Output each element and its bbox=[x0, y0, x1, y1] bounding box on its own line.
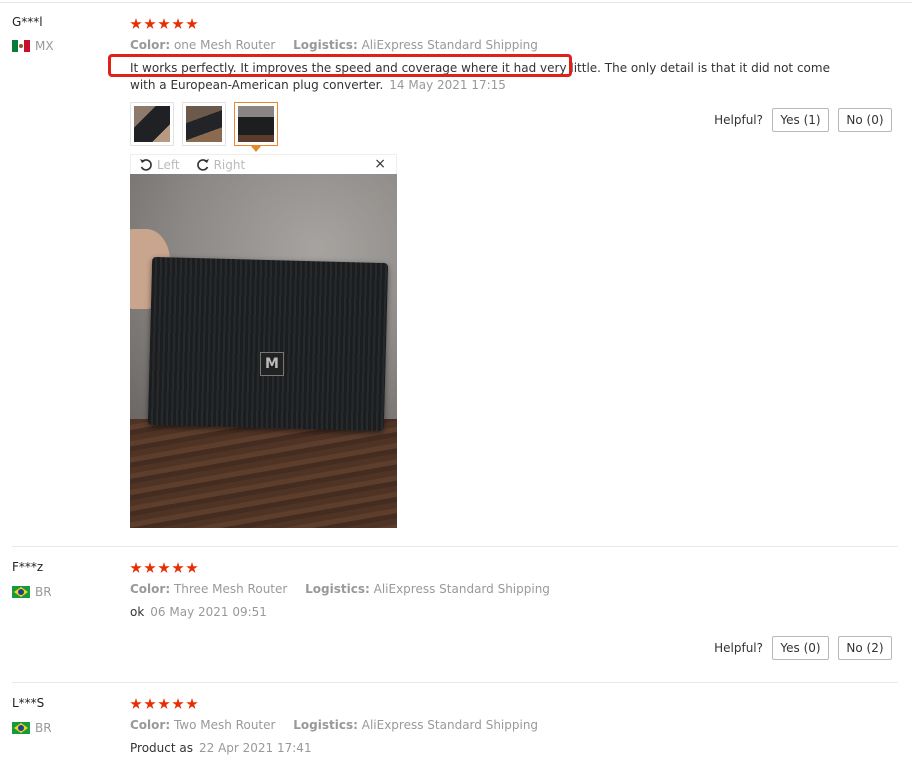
review-text-line-2: with a European-American plug converter. bbox=[130, 78, 384, 92]
country-code: BR bbox=[35, 721, 52, 735]
logistics-value: AliExpress Standard Shipping bbox=[361, 718, 539, 732]
reviewer-name: L***S bbox=[12, 696, 45, 710]
rotate-left-label: Left bbox=[157, 157, 180, 172]
review-text: ok 06 May 2021 09:51 bbox=[130, 604, 267, 621]
photo-viewer: Left Right × M bbox=[130, 154, 397, 528]
star-icon bbox=[130, 562, 142, 573]
brand-logo-icon: M bbox=[260, 352, 284, 376]
top-divider bbox=[0, 2, 912, 3]
rotate-right-button[interactable]: Right bbox=[196, 157, 246, 172]
star-icon bbox=[186, 18, 198, 29]
color-value: one Mesh Router bbox=[173, 38, 276, 52]
review-meta: Color: one Mesh Router Logistics: AliExp… bbox=[130, 38, 538, 52]
color-value: Three Mesh Router bbox=[173, 582, 288, 596]
review-photo-large: M bbox=[130, 174, 397, 528]
reviewer-country: BR bbox=[12, 585, 52, 599]
helpful-votes: Helpful? Yes (0) No (2) bbox=[714, 636, 892, 660]
review-photos bbox=[130, 102, 278, 152]
review-text-body: Product as bbox=[130, 741, 193, 755]
logistics-value: AliExpress Standard Shipping bbox=[373, 582, 550, 596]
flag-mx-icon bbox=[12, 40, 30, 52]
star-rating bbox=[130, 698, 198, 710]
helpful-no-button[interactable]: No (2) bbox=[838, 636, 892, 660]
star-icon bbox=[172, 698, 184, 709]
logistics-value: AliExpress Standard Shipping bbox=[361, 38, 538, 52]
annotation-highlight-box bbox=[108, 54, 572, 77]
color-value: Two Mesh Router bbox=[173, 718, 276, 732]
review-text-body: ok bbox=[130, 605, 145, 619]
star-rating bbox=[130, 18, 198, 30]
helpful-yes-button[interactable]: Yes (0) bbox=[772, 636, 829, 660]
photo-viewer-toolbar: Left Right × bbox=[130, 154, 397, 174]
star-icon bbox=[158, 18, 170, 29]
rotate-left-icon bbox=[140, 158, 152, 171]
review-meta: Color: Three Mesh Router Logistics: AliE… bbox=[130, 582, 550, 596]
review-divider bbox=[12, 546, 898, 547]
close-icon[interactable]: × bbox=[374, 156, 386, 172]
reviewer-country: BR bbox=[12, 721, 52, 735]
flag-br-icon bbox=[12, 586, 30, 598]
star-icon bbox=[144, 698, 156, 709]
star-icon bbox=[158, 562, 170, 573]
flag-br-icon bbox=[12, 722, 30, 734]
star-icon bbox=[144, 562, 156, 573]
star-icon bbox=[172, 562, 184, 573]
rotate-right-label: Right bbox=[213, 157, 246, 172]
review-divider bbox=[12, 682, 898, 683]
helpful-votes: Helpful? Yes (1) No (0) bbox=[714, 108, 892, 132]
color-label: Color: bbox=[130, 38, 171, 52]
star-icon bbox=[172, 18, 184, 29]
star-icon bbox=[144, 18, 156, 29]
color-label: Color: bbox=[130, 582, 171, 596]
country-code: BR bbox=[35, 585, 52, 599]
star-icon bbox=[130, 698, 142, 709]
photo-thumbnail[interactable] bbox=[182, 102, 226, 146]
photo-thumbnail-selected[interactable] bbox=[234, 102, 278, 152]
star-icon bbox=[130, 18, 142, 29]
rotate-right-icon bbox=[196, 158, 209, 171]
reviewer-name: F***z bbox=[12, 560, 44, 574]
country-code: MX bbox=[35, 39, 54, 53]
review-meta: Color: Two Mesh Router Logistics: AliExp… bbox=[130, 718, 538, 732]
reviewer-country: MX bbox=[12, 39, 54, 53]
helpful-label: Helpful? bbox=[714, 113, 763, 127]
rotate-left-button[interactable]: Left bbox=[139, 158, 180, 172]
helpful-label: Helpful? bbox=[714, 641, 763, 655]
star-icon bbox=[186, 698, 198, 709]
star-rating bbox=[130, 562, 198, 574]
reviewer-name: G***l bbox=[12, 15, 43, 29]
photo-thumbnail[interactable] bbox=[130, 102, 174, 146]
helpful-no-button[interactable]: No (0) bbox=[838, 108, 892, 132]
review-date: 22 Apr 2021 17:41 bbox=[198, 741, 312, 755]
logistics-label: Logistics: bbox=[293, 38, 358, 52]
color-label: Color: bbox=[130, 718, 171, 732]
star-icon bbox=[158, 698, 170, 709]
helpful-yes-button[interactable]: Yes (1) bbox=[772, 108, 829, 132]
review-date: 14 May 2021 17:15 bbox=[389, 78, 506, 92]
review-date: 06 May 2021 09:51 bbox=[150, 605, 267, 619]
router-image bbox=[147, 256, 389, 432]
review-text: Product as 22 Apr 2021 17:41 bbox=[130, 740, 312, 757]
logistics-label: Logistics: bbox=[293, 718, 358, 732]
star-icon bbox=[186, 562, 198, 573]
logistics-label: Logistics: bbox=[305, 582, 370, 596]
